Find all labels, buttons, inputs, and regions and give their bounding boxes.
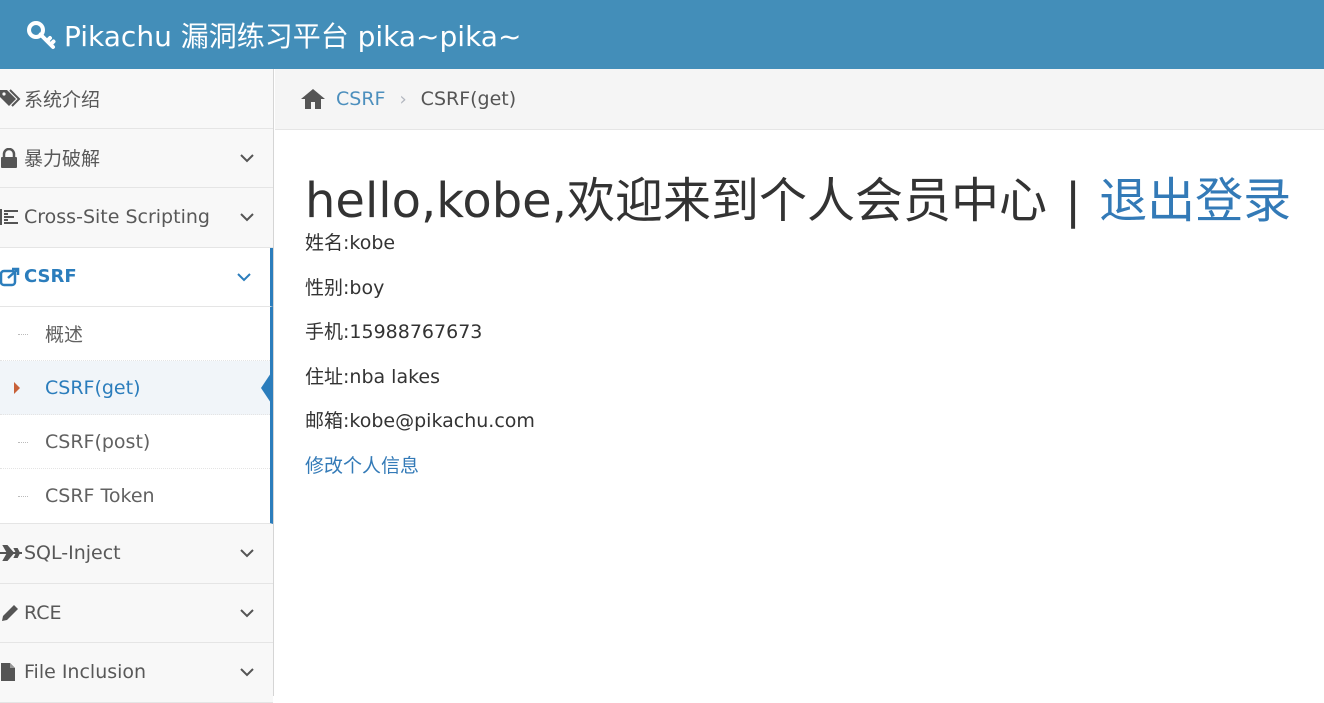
greeting-text: hello,kobe,欢迎来到个人会员中心	[305, 173, 1047, 229]
sidebar-item-sql-inject[interactable]: SQL-Inject	[0, 524, 273, 584]
sidebar-item-brute-force[interactable]: 暴力破解	[0, 128, 273, 188]
profile-name: 姓名:kobe	[305, 232, 396, 254]
submenu-item-csrf-post[interactable]: CSRF(post)	[0, 415, 270, 469]
home-icon[interactable]	[300, 87, 326, 111]
chevron-down-icon	[237, 273, 251, 282]
list-icon	[0, 205, 24, 229]
chevron-down-icon	[240, 154, 254, 163]
sidebar-item-label: File Inclusion	[24, 661, 147, 684]
sidebar-item-label: 暴力破解	[24, 148, 101, 171]
chevron-down-icon	[240, 668, 254, 677]
file-icon	[0, 660, 24, 684]
submenu-item-label: CSRF(get)	[45, 376, 141, 399]
profile-address: 住址:nba lakes	[305, 365, 441, 388]
active-pointer	[261, 369, 273, 406]
breadcrumb-separator: ›	[399, 88, 407, 110]
caret-right-icon	[14, 381, 20, 394]
plane-icon	[0, 541, 24, 565]
profile-phone: 手机:15988767673	[305, 321, 483, 343]
profile-gender: 性别:boy	[305, 276, 385, 299]
chevron-down-icon	[240, 213, 254, 222]
share-icon	[0, 265, 24, 289]
submenu-item-label: CSRF(post)	[45, 430, 151, 453]
submenu-item-csrf-token[interactable]: CSRF Token	[0, 469, 270, 523]
sidebar-item-xss[interactable]: Cross-Site Scripting	[0, 188, 273, 248]
submenu-item-label: CSRF Token	[45, 485, 155, 507]
lock-icon	[0, 146, 24, 170]
breadcrumb-current: CSRF(get)	[420, 88, 517, 110]
submenu-item-label: 概述	[45, 324, 84, 346]
breadcrumb-link-csrf[interactable]: CSRF	[336, 88, 385, 110]
main-content: hello,kobe,欢迎来到个人会员中心 | 退出登录 姓名:kobe 性别:bo…	[305, 130, 1305, 480]
sidebar-item-label: CSRF	[24, 266, 77, 288]
breadcrumb: CSRF › CSRF(get)	[275, 69, 1324, 130]
submenu-item-csrf-get[interactable]: CSRF(get)	[0, 361, 273, 415]
logout-link[interactable]: 退出登录	[1099, 173, 1291, 229]
chevron-down-icon	[240, 549, 254, 558]
app-title[interactable]: Pikachu 漏洞练习平台 pika~pika~	[64, 15, 521, 55]
submenu-item-overview[interactable]: 概述	[0, 307, 270, 361]
profile-email: 邮箱:kobe@pikachu.com	[305, 410, 535, 432]
csrf-submenu: 概述 CSRF(get) CSRF(post) CSRF Token	[0, 307, 273, 524]
sidebar-item-csrf[interactable]: CSRF	[0, 247, 273, 307]
tags-icon	[0, 86, 24, 110]
tree-connector	[18, 441, 28, 443]
sidebar-item-label: 系统介绍	[24, 88, 101, 111]
page-title: hello,kobe,欢迎来到个人会员中心 | 退出登录	[305, 172, 1305, 230]
sidebar-item-label: RCE	[24, 601, 62, 624]
tree-connector	[18, 333, 28, 335]
sidebar-item-intro[interactable]: 系统介绍	[0, 69, 273, 129]
sidebar: 系统介绍 暴力破解 Cross-Site Scripting CSRF 概述 C…	[0, 69, 274, 703]
sidebar-item-rce[interactable]: RCE	[0, 583, 273, 643]
chevron-down-icon	[240, 609, 254, 618]
title-separator: |	[1064, 173, 1082, 229]
pencil-icon	[0, 601, 24, 625]
key-icon	[27, 20, 56, 49]
sidebar-item-label: Cross-Site Scripting	[24, 206, 210, 229]
sidebar-item-file-inclusion[interactable]: File Inclusion	[0, 643, 273, 703]
tree-connector	[18, 496, 28, 497]
sidebar-item-label: SQL-Inject	[24, 542, 121, 565]
profile-info: 姓名:kobe 性别:boy 手机:15988767673 住址:nba lak…	[305, 230, 1305, 453]
edit-profile-link[interactable]: 修改个人信息	[305, 455, 419, 477]
top-navbar: Pikachu 漏洞练习平台 pika~pika~	[0, 0, 1324, 69]
